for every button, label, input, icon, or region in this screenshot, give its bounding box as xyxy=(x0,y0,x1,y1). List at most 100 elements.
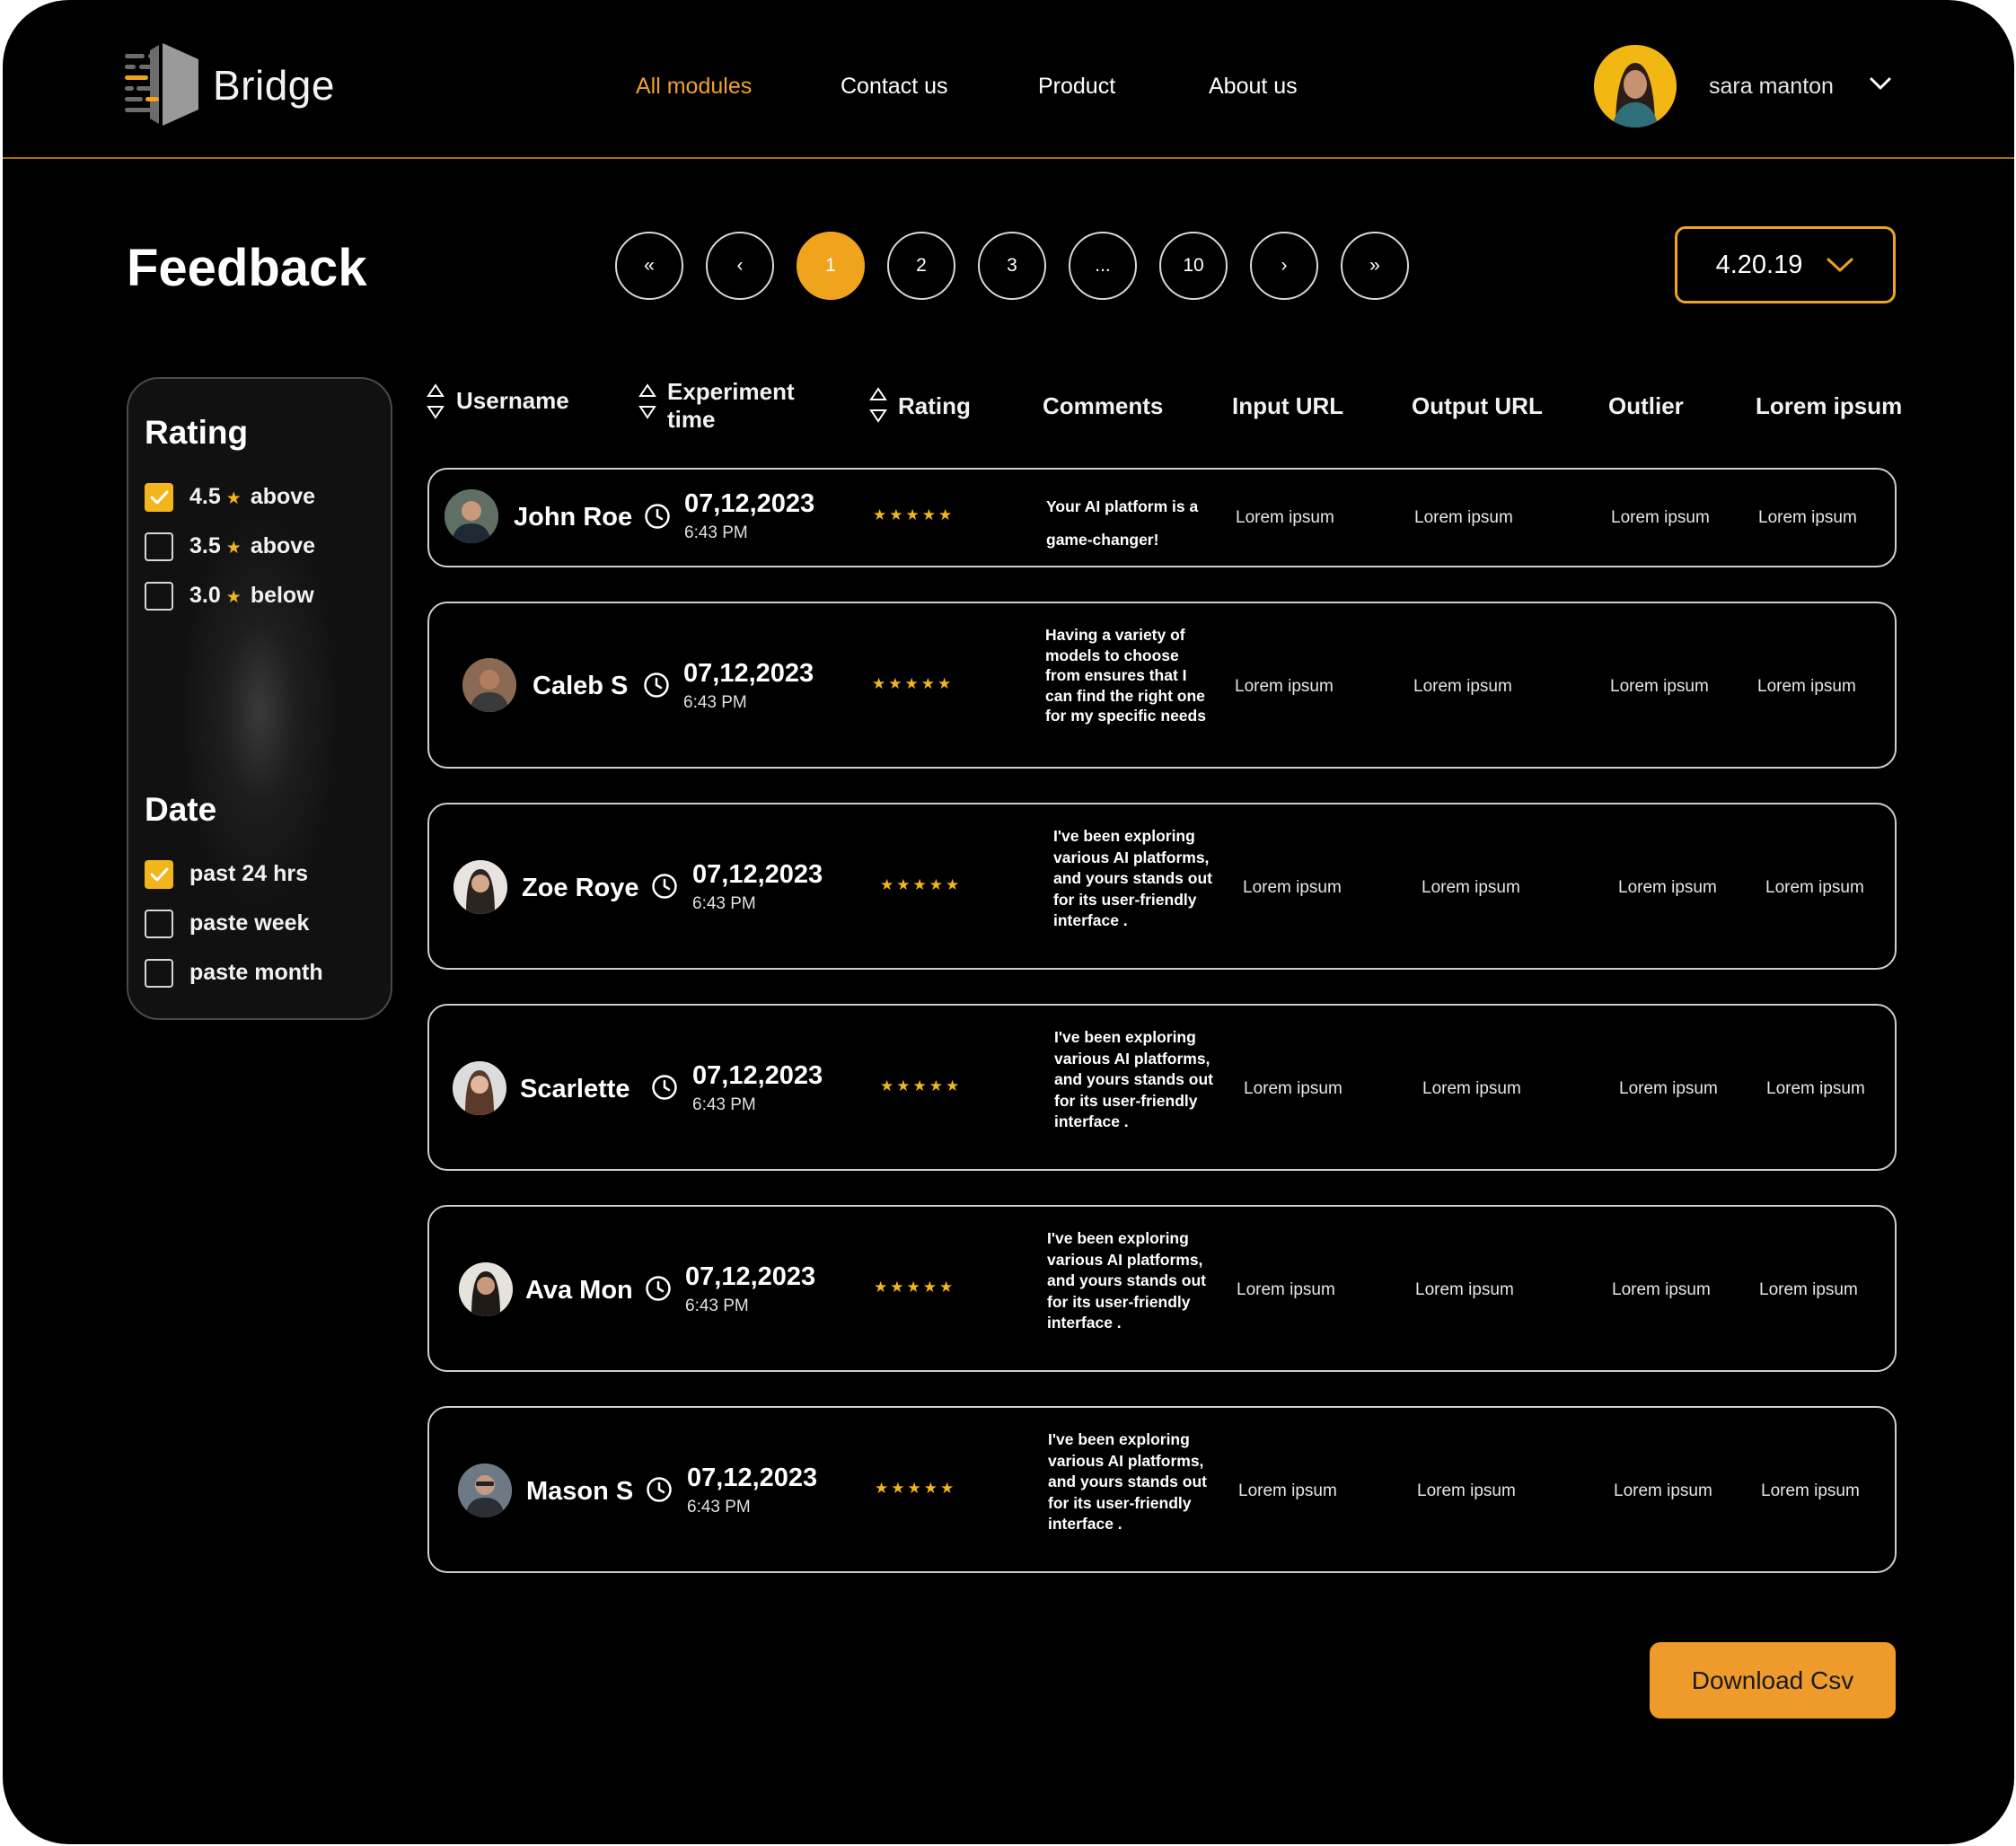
column-header-experiment[interactable]: Experiment xyxy=(667,377,795,406)
date-past-24-hrs-checkbox[interactable] xyxy=(145,860,173,889)
input-url[interactable]: Lorem ipsum xyxy=(1244,1078,1343,1100)
lorem-value: Lorem ipsum xyxy=(1765,878,1864,897)
outlier-value: Lorem ipsum xyxy=(1612,1280,1711,1299)
nav-about-us[interactable]: About us xyxy=(1209,72,1298,101)
clock-icon xyxy=(645,504,670,529)
sort-icon[interactable] xyxy=(427,382,445,420)
star-icon: ★ xyxy=(225,489,242,508)
star-rating: ★★★★★ xyxy=(874,1279,956,1296)
input-url[interactable]: Lorem ipsum xyxy=(1236,507,1334,529)
star-icon: ★ xyxy=(225,588,242,607)
rating-3-5-checkbox[interactable] xyxy=(145,532,173,561)
outlier-value: Lorem ipsum xyxy=(1619,1079,1718,1098)
username: Mason S xyxy=(526,1477,634,1506)
avatar xyxy=(459,1262,513,1316)
experiment-time: 6:43 PM xyxy=(687,1498,751,1516)
input-url[interactable]: Lorem ipsum xyxy=(1243,877,1342,899)
username: John Roe xyxy=(514,503,633,532)
top-bar: Bridge All modules Contact us Product Ab… xyxy=(3,0,2014,159)
date-past-week-checkbox[interactable] xyxy=(145,910,173,938)
date-option-label: past 24 hrs xyxy=(189,861,309,886)
comment-text: I've been exploring various AI platforms… xyxy=(1047,1229,1206,1332)
page-2-button[interactable]: 2 xyxy=(887,232,955,300)
page-title: Feedback xyxy=(127,239,367,297)
nav-all-modules[interactable]: All modules xyxy=(636,72,752,101)
comment-text: Having a variety of models to choose fro… xyxy=(1045,626,1206,725)
user-avatar[interactable] xyxy=(1594,45,1677,127)
checkmark-icon xyxy=(150,867,169,882)
sort-icon[interactable] xyxy=(638,382,656,420)
checkmark-icon xyxy=(150,490,169,505)
rating-option-label: 3.5 ★ above xyxy=(189,532,315,563)
prev-page-button[interactable]: ‹ xyxy=(706,232,774,300)
clock-icon xyxy=(644,672,669,698)
date-filter-title: Date xyxy=(145,791,217,828)
star-rating: ★★★★★ xyxy=(880,1077,963,1094)
lorem-value: Lorem ipsum xyxy=(1758,508,1857,527)
clock-icon xyxy=(652,1075,677,1100)
bridge-logo-icon xyxy=(125,43,198,126)
comment-text: Your AI platform is a game-changer! xyxy=(1046,497,1199,549)
experiment-date: 07,12,2023 xyxy=(683,659,814,688)
output-url[interactable]: Lorem ipsum xyxy=(1422,1078,1521,1100)
chevron-down-icon[interactable] xyxy=(1869,75,1892,92)
filter-panel: Rating 4.5 ★ above 3.5 ★ above 3.0 ★ below Dat… xyxy=(127,377,392,1020)
comment-text: I've been exploring various AI platforms… xyxy=(1053,827,1212,929)
username: Scarlette xyxy=(520,1075,630,1103)
output-url[interactable]: Lorem ipsum xyxy=(1422,877,1520,899)
outlier-value: Lorem ipsum xyxy=(1611,508,1710,527)
column-header-output-url: Output URL xyxy=(1412,392,1543,419)
user-name[interactable]: sara manton xyxy=(1709,72,1834,101)
experiment-time: 6:43 PM xyxy=(683,693,747,712)
last-page-button[interactable]: » xyxy=(1341,232,1409,300)
version-select[interactable]: 4.20.19 xyxy=(1675,226,1896,303)
experiment-date: 07,12,2023 xyxy=(684,489,815,518)
page-1-button[interactable]: 1 xyxy=(797,232,865,300)
rating-4-5-checkbox[interactable] xyxy=(145,483,173,512)
rating-filter-title: Rating xyxy=(145,414,249,451)
outlier-value: Lorem ipsum xyxy=(1618,878,1717,897)
first-page-button[interactable]: « xyxy=(615,232,683,300)
output-url[interactable]: Lorem ipsum xyxy=(1413,676,1512,698)
page-ellipsis[interactable]: ... xyxy=(1069,232,1137,300)
output-url[interactable]: Lorem ipsum xyxy=(1415,1279,1514,1301)
avatar xyxy=(462,658,516,712)
experiment-date: 07,12,2023 xyxy=(685,1262,816,1291)
sort-icon[interactable] xyxy=(869,386,887,424)
experiment-time: 6:43 PM xyxy=(684,523,748,542)
input-url[interactable]: Lorem ipsum xyxy=(1237,1279,1335,1301)
rating-value: 4.5 xyxy=(189,484,221,509)
username: Caleb S xyxy=(533,672,629,700)
next-page-button[interactable]: › xyxy=(1250,232,1318,300)
clock-icon xyxy=(652,874,677,899)
nav-contact-us[interactable]: Contact us xyxy=(841,72,948,101)
page-3-button[interactable]: 3 xyxy=(978,232,1046,300)
download-csv-button[interactable]: Download Csv xyxy=(1650,1642,1896,1719)
column-header-rating[interactable]: Rating xyxy=(898,391,971,420)
user-avatar-icon xyxy=(459,1262,513,1316)
nav-product[interactable]: Product xyxy=(1038,72,1115,101)
experiment-date: 07,12,2023 xyxy=(692,1061,823,1090)
column-header-username[interactable]: Username xyxy=(456,386,569,415)
user-avatar-icon xyxy=(453,860,507,914)
output-url[interactable]: Lorem ipsum xyxy=(1414,507,1513,529)
date-past-month-checkbox[interactable] xyxy=(145,959,173,988)
lorem-value: Lorem ipsum xyxy=(1766,1079,1865,1098)
star-rating: ★★★★★ xyxy=(872,675,955,692)
star-icon: ★ xyxy=(225,539,242,558)
user-avatar-icon xyxy=(1594,45,1677,127)
outlier-value: Lorem ipsum xyxy=(1610,677,1709,696)
lorem-value: Lorem ipsum xyxy=(1759,1280,1858,1299)
comment-text: I've been exploring various AI platforms… xyxy=(1054,1028,1213,1130)
rating-qualifier: above xyxy=(250,484,316,509)
input-url[interactable]: Lorem ipsum xyxy=(1235,676,1334,698)
rating-3-0-checkbox[interactable] xyxy=(145,582,173,611)
username: Ava Mon xyxy=(525,1276,633,1305)
date-option-label: paste week xyxy=(189,910,310,936)
page-10-button[interactable]: 10 xyxy=(1159,232,1228,300)
version-value: 4.20.19 xyxy=(1715,250,1803,279)
output-url[interactable]: Lorem ipsum xyxy=(1417,1481,1516,1502)
input-url[interactable]: Lorem ipsum xyxy=(1238,1481,1337,1502)
star-rating: ★★★★★ xyxy=(873,506,955,523)
column-header-experiment-time[interactable]: time xyxy=(667,405,715,434)
